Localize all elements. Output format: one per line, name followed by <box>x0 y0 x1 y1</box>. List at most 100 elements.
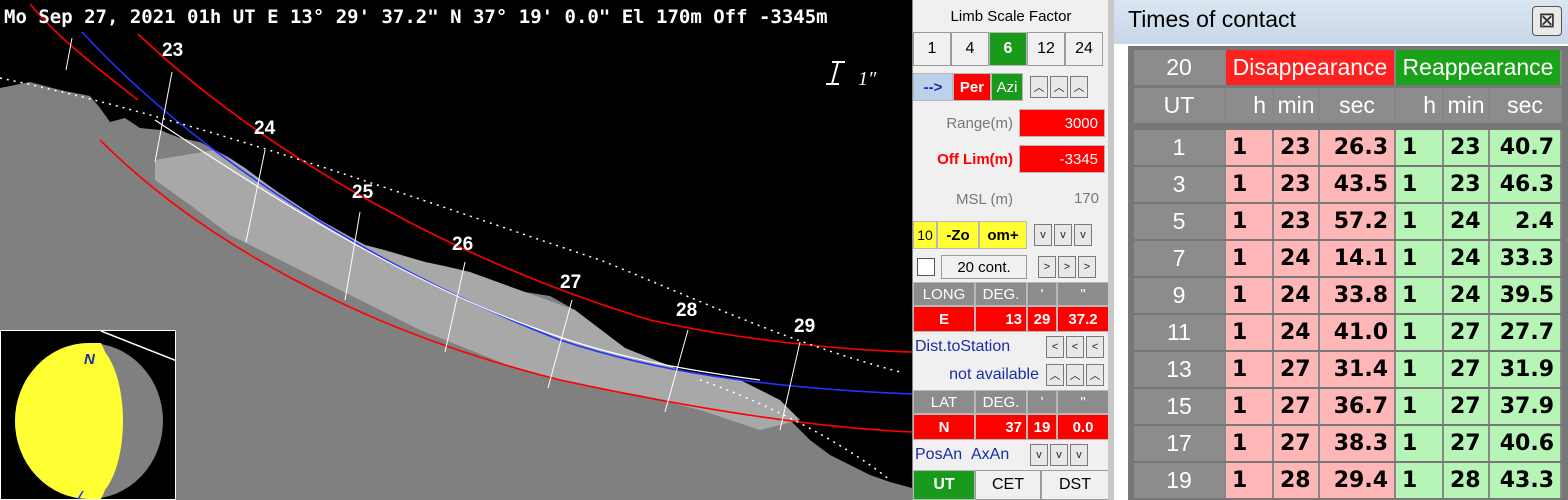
lat-sec-input[interactable]: 0.0 <box>1057 414 1109 440</box>
table-row[interactable]: 15 1 27 36.7 1 27 37.9 <box>1134 389 1562 425</box>
chevron-right-icon[interactable]: > <box>1058 256 1076 278</box>
disappearance-sec: 57.2 <box>1320 204 1396 239</box>
scale-bar-icon <box>826 61 845 85</box>
disappearance-min: 23 <box>1274 204 1320 239</box>
table-row[interactable]: 17 1 27 38.3 1 27 40.6 <box>1134 426 1562 462</box>
chevron-up-icon[interactable]: ︿ <box>1086 364 1104 386</box>
lat-min-input[interactable]: 19 <box>1027 414 1057 440</box>
disappearance-hour: 1 <box>1226 352 1274 387</box>
chevron-left-icon[interactable]: < <box>1086 336 1104 358</box>
chevron-up-icon[interactable]: ︿ <box>1046 364 1064 386</box>
chevron-right-icon[interactable]: > <box>1078 256 1096 278</box>
per-button[interactable]: Per <box>953 73 991 101</box>
table-row[interactable]: 9 1 24 33.8 1 24 39.5 <box>1134 278 1562 314</box>
long-hemisphere[interactable]: E <box>913 306 975 332</box>
zoom-out-button[interactable]: -Zo <box>937 221 979 249</box>
contact-label: 26 <box>452 234 474 255</box>
chevron-down-icon[interactable]: v <box>1054 224 1072 246</box>
table-row[interactable]: 5 1 23 57.2 1 24 2.4 <box>1134 204 1562 240</box>
scale-option-1[interactable]: 1 <box>913 32 951 66</box>
lat-deg-header: DEG. <box>975 390 1027 414</box>
row-number: 19 <box>1134 463 1226 498</box>
contact-label: 28 <box>676 300 698 321</box>
chevron-left-icon[interactable]: < <box>1066 336 1084 358</box>
offlim-input[interactable]: -3345 <box>1019 145 1105 173</box>
contacts-button[interactable]: 20 cont. <box>941 255 1027 279</box>
chevron-up-icon[interactable]: ︿ <box>1070 76 1088 98</box>
reappearance-sec: 2.4 <box>1490 204 1562 239</box>
contacts-checkbox[interactable] <box>917 258 935 276</box>
long-sec-header: " <box>1057 282 1109 306</box>
reappearance-min: 24 <box>1444 278 1490 313</box>
long-min-input[interactable]: 29 <box>1027 306 1057 332</box>
disappearance-sec: 43.5 <box>1320 167 1396 202</box>
chevron-right-icon[interactable]: > <box>1038 256 1056 278</box>
chevron-down-icon[interactable]: v <box>1050 444 1068 466</box>
chevron-up-icon[interactable]: ︿ <box>1066 364 1084 386</box>
scale-label: 1″ <box>858 68 877 90</box>
limb-scale-options: 1 4 6 12 24 <box>913 32 1109 66</box>
row-number: 9 <box>1134 278 1226 313</box>
table-row[interactable]: 19 1 28 29.4 1 28 43.3 <box>1134 463 1562 499</box>
close-icon[interactable]: ☒ <box>1532 6 1562 36</box>
disappearance-hour: 1 <box>1226 426 1274 461</box>
north-label: N <box>84 351 95 368</box>
chevron-up-icon[interactable]: ︿ <box>1030 76 1048 98</box>
chevron-down-icon[interactable]: v <box>1030 444 1048 466</box>
disappearance-min: 23 <box>1274 130 1320 165</box>
axan-label[interactable]: AxAn <box>971 446 1029 464</box>
reappearance-sec: 40.7 <box>1490 130 1562 165</box>
times-titlebar[interactable]: Times of contact ☒ <box>1114 0 1568 44</box>
long-header-label: LONG <box>913 282 975 306</box>
chevron-down-icon[interactable]: v <box>1034 224 1052 246</box>
chevron-down-icon[interactable]: v <box>1074 224 1092 246</box>
azi-button[interactable]: Azi <box>991 73 1023 101</box>
chevron-down-icon[interactable]: v <box>1070 444 1088 466</box>
tab-cet[interactable]: CET <box>975 470 1041 500</box>
limb-scale-title: Limb Scale Factor <box>950 7 1072 25</box>
arrow-button[interactable]: --> <box>913 73 953 101</box>
chevron-left-icon[interactable]: < <box>1046 336 1064 358</box>
col-h: h <box>1226 88 1274 123</box>
lat-deg-input[interactable]: 37 <box>975 414 1027 440</box>
direction-row: --> Per Azi ︿ ︿ ︿ <box>913 72 1109 102</box>
table-row[interactable]: 3 1 23 43.5 1 23 46.3 <box>1134 167 1562 203</box>
reappearance-min: 24 <box>1444 204 1490 239</box>
tab-dst[interactable]: DST <box>1041 470 1109 500</box>
table-row[interactable]: 11 1 24 41.0 1 27 27.7 <box>1134 315 1562 351</box>
long-sec-input[interactable]: 37.2 <box>1057 306 1109 332</box>
reappearance-min: 23 <box>1444 130 1490 165</box>
graze-profile-plot[interactable]: Mo Sep 27, 2021 01h UT E 13° 29' 37.2" N… <box>0 0 912 500</box>
reappearance-hour: 1 <box>1396 167 1444 202</box>
table-row[interactable]: 13 1 27 31.4 1 27 31.9 <box>1134 352 1562 388</box>
lat-hemisphere[interactable]: N <box>913 414 975 440</box>
col-sec: sec <box>1490 88 1562 123</box>
row-number: 11 <box>1134 315 1226 350</box>
disappearance-min: 24 <box>1274 315 1320 350</box>
scale-option-24[interactable]: 24 <box>1065 32 1103 66</box>
table-row[interactable]: 1 1 23 26.3 1 23 40.7 <box>1134 130 1562 166</box>
tab-ut[interactable]: UT <box>913 470 975 500</box>
long-deg-input[interactable]: 13 <box>975 306 1027 332</box>
zoom-in-button[interactable]: om+ <box>979 221 1027 249</box>
disappearance-sec: 31.4 <box>1320 352 1396 387</box>
lat-header-row: LAT DEG. ' " <box>913 390 1109 414</box>
chevron-up-icon[interactable]: ︿ <box>1050 76 1068 98</box>
range-input[interactable]: 3000 <box>1019 109 1105 137</box>
reappearance-header: Reappearance <box>1396 50 1562 85</box>
long-deg-header: DEG. <box>975 282 1027 306</box>
disappearance-min: 24 <box>1274 241 1320 276</box>
reappearance-hour: 1 <box>1396 315 1444 350</box>
reappearance-hour: 1 <box>1396 130 1444 165</box>
msl-row: MSL (m) 170 <box>913 184 1109 214</box>
disappearance-hour: 1 <box>1226 463 1274 498</box>
reappearance-sec: 46.3 <box>1490 167 1562 202</box>
scale-option-12[interactable]: 12 <box>1027 32 1065 66</box>
scale-option-4[interactable]: 4 <box>951 32 989 66</box>
row-number: 1 <box>1134 130 1226 165</box>
table-row[interactable]: 7 1 24 14.1 1 24 33.3 <box>1134 241 1562 277</box>
disappearance-hour: 1 <box>1226 241 1274 276</box>
posan-label[interactable]: PosAn <box>913 446 971 464</box>
col-min: min <box>1444 88 1490 123</box>
scale-option-6[interactable]: 6 <box>989 32 1027 66</box>
